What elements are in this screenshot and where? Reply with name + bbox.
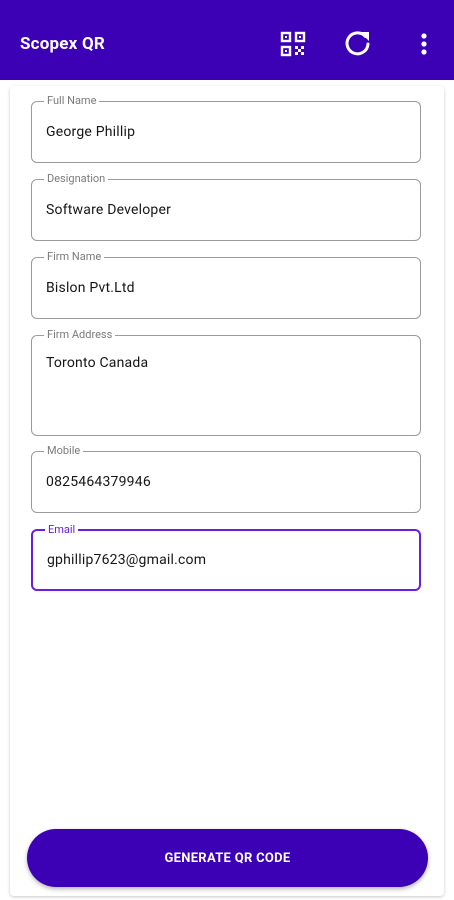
firm-address-value[interactable]: Toronto Canada <box>46 355 148 371</box>
email-value[interactable]: gphillip7623@gmail.com <box>47 552 206 568</box>
refresh-icon <box>345 31 370 56</box>
mobile-label: Mobile <box>44 444 84 458</box>
full-name-label: Full Name <box>44 94 100 108</box>
designation-field[interactable]: Designation Software Developer <box>31 172 421 241</box>
firm-name-value[interactable]: Bislon Pvt.Ltd <box>46 280 135 296</box>
firm-name-label: Firm Name <box>44 250 105 264</box>
mobile-value[interactable]: 0825464379946 <box>46 474 151 490</box>
app-title: Scopex QR <box>20 34 105 54</box>
full-name-field[interactable]: Full Name George Phillip <box>31 94 421 163</box>
qr-scan-button[interactable] <box>276 26 310 62</box>
app-bar: Scopex QR <box>0 0 454 80</box>
full-name-value[interactable]: George Phillip <box>46 124 135 140</box>
more-options-button[interactable] <box>407 26 441 62</box>
firm-name-field[interactable]: Firm Name Bislon Pvt.Ltd <box>31 250 421 319</box>
generate-qr-code-button[interactable]: GENERATE QR CODE <box>27 829 428 887</box>
refresh-button[interactable] <box>341 26 375 62</box>
email-label: Email <box>45 523 79 537</box>
mobile-field[interactable]: Mobile 0825464379946 <box>31 444 421 513</box>
email-field[interactable]: Email gphillip7623@gmail.com <box>31 523 421 591</box>
firm-address-label: Firm Address <box>44 328 116 342</box>
designation-value[interactable]: Software Developer <box>46 202 171 218</box>
generate-qr-code-label: GENERATE QR CODE <box>164 850 291 866</box>
more-vert-icon <box>421 33 427 55</box>
qr-scan-icon <box>280 31 306 57</box>
designation-label: Designation <box>44 172 109 186</box>
firm-address-field[interactable]: Firm Address Toronto Canada <box>31 328 421 436</box>
